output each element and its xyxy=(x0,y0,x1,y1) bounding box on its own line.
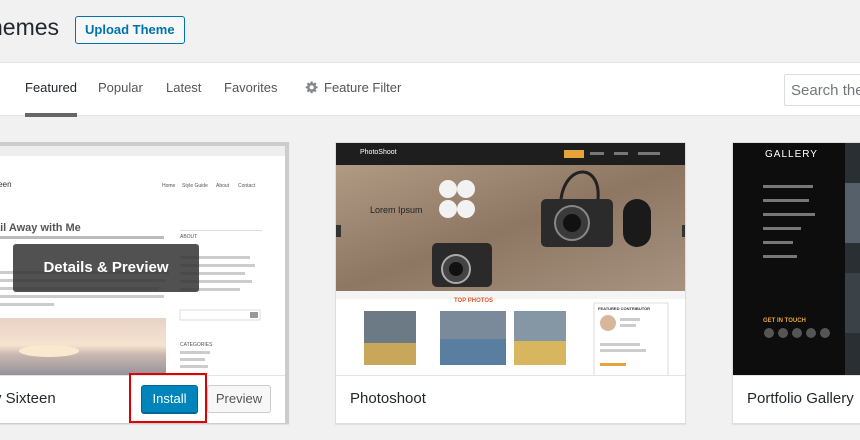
filter-bar: Featured Popular Latest Favorites Featur… xyxy=(0,62,860,117)
photoshoot-preview xyxy=(336,143,685,376)
theme-card[interactable]: teen ail Away with Me Home Style Guide A… xyxy=(0,142,289,424)
page-title: hemes xyxy=(0,14,60,40)
preview-get-in-touch: GET IN TOUCH xyxy=(763,318,806,324)
portfolio-gallery-preview xyxy=(733,143,860,376)
feature-filter-button[interactable]: Feature Filter xyxy=(305,80,401,95)
upload-theme-button[interactable]: Upload Theme xyxy=(75,16,185,44)
theme-footer: Photoshoot xyxy=(336,375,685,423)
theme-screenshot[interactable]: PhotoShoot Lorem Ipsum TOP PHOTOS FEATUR… xyxy=(336,143,685,376)
tab-latest[interactable]: Latest xyxy=(166,80,201,95)
preview-hero-title: Lorem Ipsum xyxy=(370,205,423,215)
preview-nav-style: Style Guide xyxy=(182,183,208,189)
theme-name: y Sixteen xyxy=(0,390,56,407)
install-button[interactable]: Install xyxy=(141,385,198,413)
search-input[interactable] xyxy=(784,74,860,106)
preview-button[interactable]: Preview xyxy=(207,385,271,413)
preview-nav-about: About xyxy=(216,183,230,189)
theme-name: Photoshoot xyxy=(350,390,426,407)
preview-nav-home: Home xyxy=(162,183,176,189)
theme-card[interactable]: GALLERY GET IN TOUCH Portfolio Gallery xyxy=(732,142,860,424)
preview-logo: PhotoShoot xyxy=(360,149,397,156)
feature-filter-label: Feature Filter xyxy=(324,80,402,95)
theme-screenshot[interactable]: GALLERY GET IN TOUCH xyxy=(733,143,860,376)
preview-contributor: FEATURED CONTRIBUTOR xyxy=(598,306,651,311)
theme-card[interactable]: PhotoShoot Lorem Ipsum TOP PHOTOS FEATUR… xyxy=(335,142,686,424)
preview-site-title: teen xyxy=(0,180,12,189)
gear-icon xyxy=(305,81,318,94)
tab-popular[interactable]: Popular xyxy=(98,80,143,95)
theme-footer: Portfolio Gallery xyxy=(733,375,860,423)
preview-nav-contact: Contact xyxy=(238,183,256,189)
preview-sidebar-categories: CATEGORIES xyxy=(180,342,213,348)
preview-sidebar-about: ABOUT xyxy=(180,234,198,240)
tab-favorites[interactable]: Favorites xyxy=(224,80,277,95)
preview-section-title: TOP PHOTOS xyxy=(454,298,494,304)
theme-footer: y Sixteen Install Preview xyxy=(0,373,285,423)
preview-heading: ail Away with Me xyxy=(0,222,81,234)
theme-screenshot[interactable]: teen ail Away with Me Home Style Guide A… xyxy=(0,146,285,379)
details-preview-button[interactable]: Details & Preview xyxy=(13,244,199,292)
preview-logo: GALLERY xyxy=(765,149,818,160)
tab-featured[interactable]: Featured xyxy=(25,80,78,117)
theme-name: Portfolio Gallery xyxy=(747,390,854,407)
